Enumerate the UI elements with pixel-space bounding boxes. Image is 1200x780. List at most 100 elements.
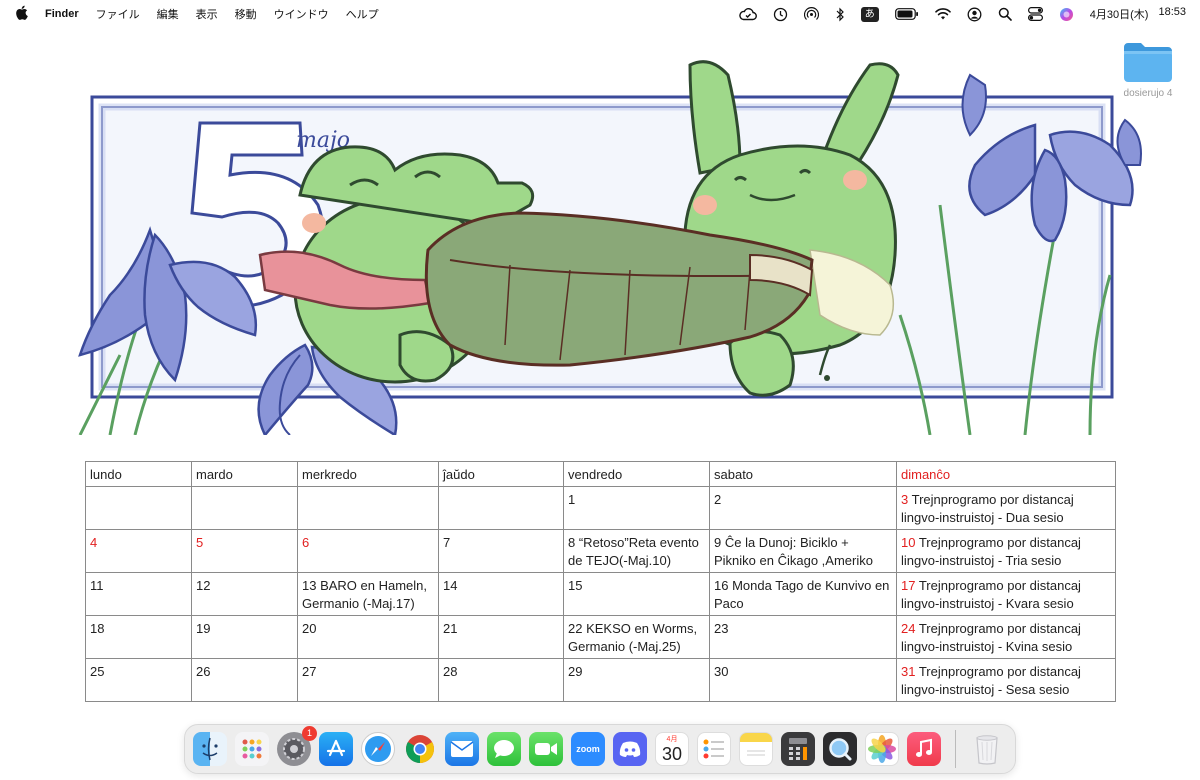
calendar-cell: 5 bbox=[191, 529, 298, 573]
day-number: 22 bbox=[568, 621, 583, 636]
time-machine-icon[interactable] bbox=[773, 5, 788, 23]
day-number: 21 bbox=[443, 621, 458, 636]
menu-view[interactable]: 表示 bbox=[196, 6, 218, 22]
menu-edit[interactable]: 編集 bbox=[157, 6, 179, 22]
day-number: 7 bbox=[443, 535, 451, 550]
calendar-week-row: 1 2 3 Trejnprogramo por distancaj lingvo… bbox=[85, 486, 1116, 530]
menubar-time: 18:53 bbox=[1158, 6, 1186, 18]
calendar-cell bbox=[191, 486, 298, 530]
messages-icon[interactable] bbox=[487, 732, 521, 766]
app-name-menu[interactable]: Finder bbox=[45, 8, 79, 20]
calendar-cell: 19 bbox=[191, 615, 298, 659]
calendar-app-day: 30 bbox=[661, 743, 683, 764]
music-icon[interactable] bbox=[907, 732, 941, 766]
user-account-icon[interactable] bbox=[967, 5, 982, 23]
zoom-icon-label: zoom bbox=[576, 744, 600, 754]
day-number: 17 bbox=[901, 578, 916, 593]
calendar-cell: 28 bbox=[438, 658, 564, 702]
discord-icon[interactable] bbox=[613, 732, 647, 766]
day-number: 24 bbox=[901, 621, 916, 636]
calendar-cell: 4 bbox=[85, 529, 192, 573]
menu-go[interactable]: 移動 bbox=[235, 6, 257, 22]
day-number: 5 bbox=[196, 535, 204, 550]
chrome-icon[interactable] bbox=[403, 732, 437, 766]
day-number: 16 bbox=[714, 578, 729, 593]
day-number: 30 bbox=[714, 664, 729, 679]
wifi-icon[interactable] bbox=[934, 5, 951, 23]
siri-icon[interactable] bbox=[1059, 5, 1074, 23]
calendar-cell: 21 bbox=[438, 615, 564, 659]
day-number: 15 bbox=[568, 578, 583, 593]
menubar-clock[interactable]: 4月30日(木) 18:53 bbox=[1090, 6, 1186, 22]
zoom-icon[interactable]: zoom bbox=[571, 732, 605, 766]
airdrop-icon[interactable] bbox=[803, 5, 819, 23]
mail-icon[interactable] bbox=[445, 732, 479, 766]
settings-notification-badge: 1 bbox=[302, 726, 317, 741]
calendar-cell: 11 bbox=[85, 572, 192, 616]
weekday-header-friday: vendredo bbox=[563, 461, 710, 487]
calendar-cell: 2 bbox=[709, 486, 897, 530]
day-number: 1 bbox=[568, 492, 576, 507]
banner-illustration: majo bbox=[78, 60, 1142, 435]
facetime-icon[interactable] bbox=[529, 732, 563, 766]
photos-icon[interactable] bbox=[865, 732, 899, 766]
day-number: 13 bbox=[302, 578, 317, 593]
day-number: 29 bbox=[568, 664, 583, 679]
launchpad-icon[interactable] bbox=[235, 732, 269, 766]
bluetooth-icon[interactable] bbox=[835, 5, 845, 23]
menu-bar: Finder ファイル 編集 表示 移動 ウインドウ ヘルプ あ 4月30日(木… bbox=[0, 0, 1200, 28]
battery-icon[interactable] bbox=[894, 5, 919, 23]
weekday-header-monday: lundo bbox=[85, 461, 192, 487]
reminders-icon[interactable] bbox=[697, 732, 731, 766]
calendar-app-month: 4月 bbox=[666, 735, 678, 743]
weekday-header-tuesday: mardo bbox=[191, 461, 298, 487]
input-method-indicator[interactable]: あ bbox=[860, 6, 879, 22]
control-center-icon[interactable] bbox=[1027, 5, 1043, 23]
event-text: BARO en Hameln, Germanio (-Maj.17) bbox=[302, 578, 428, 611]
calendar-cell: 15 bbox=[563, 572, 710, 616]
calendar-week-row: 4 5 6 7 8 “Retoso”Reta evento de TEJO(-M… bbox=[85, 529, 1116, 573]
spotlight-search-icon[interactable] bbox=[998, 5, 1012, 23]
day-number: 19 bbox=[196, 621, 211, 636]
day-number: 14 bbox=[443, 578, 458, 593]
may-calendar-table: lundo mardo merkredo ĵaŭdo vendredo saba… bbox=[85, 461, 1116, 702]
calendar-cell bbox=[85, 486, 192, 530]
menu-window[interactable]: ウインドウ bbox=[274, 6, 329, 22]
calendar-cell: 16 Monda Tago de Kunvivo en Paco bbox=[709, 572, 897, 616]
day-number: 26 bbox=[196, 664, 211, 679]
day-number: 10 bbox=[901, 535, 916, 550]
calendar-cell bbox=[297, 486, 439, 530]
menu-file[interactable]: ファイル bbox=[96, 6, 140, 22]
event-text: Trejnprogramo por distancaj lingvo-instr… bbox=[901, 621, 1081, 654]
calendar-week-row: 25 26 27 28 29 30 31 Trejnprogramo por d… bbox=[85, 658, 1116, 702]
calendar-cell: 17 Trejnprogramo por distancaj lingvo-in… bbox=[896, 572, 1116, 616]
notes-icon[interactable] bbox=[739, 732, 773, 766]
calendar-app-icon[interactable]: 4月 30 bbox=[655, 732, 689, 766]
finder-icon[interactable] bbox=[193, 732, 227, 766]
calendar-cell: 27 bbox=[297, 658, 439, 702]
cloud-sync-icon[interactable] bbox=[739, 5, 757, 23]
calendar-cell: 6 bbox=[297, 529, 439, 573]
apple-menu-icon[interactable] bbox=[14, 5, 28, 23]
event-text: Monda Tago de Kunvivo en Paco bbox=[714, 578, 890, 611]
day-number: 4 bbox=[90, 535, 98, 550]
day-number: 12 bbox=[196, 578, 211, 593]
calendar-header-row: lundo mardo merkredo ĵaŭdo vendredo saba… bbox=[85, 461, 1116, 487]
quicktime-player-icon[interactable] bbox=[823, 732, 857, 766]
day-number: 23 bbox=[714, 621, 729, 636]
calendar-cell: 18 bbox=[85, 615, 192, 659]
trash-icon[interactable] bbox=[970, 732, 1004, 766]
event-text: Trejnprogramo por distancaj lingvo-instr… bbox=[901, 578, 1081, 611]
calendar-cell: 12 bbox=[191, 572, 298, 616]
app-store-icon[interactable] bbox=[319, 732, 353, 766]
event-text: Ĉe la Dunoj: Biciklo + Pikniko en Ĉikago… bbox=[714, 535, 873, 568]
day-number: 28 bbox=[443, 664, 458, 679]
calculator-icon[interactable] bbox=[781, 732, 815, 766]
weekday-header-thursday: ĵaŭdo bbox=[438, 461, 564, 487]
calendar-cell: 26 bbox=[191, 658, 298, 702]
day-number: 20 bbox=[302, 621, 317, 636]
system-settings-icon[interactable]: 1 bbox=[277, 726, 317, 766]
menu-help[interactable]: ヘルプ bbox=[346, 6, 379, 22]
calendar-cell: 14 bbox=[438, 572, 564, 616]
safari-icon[interactable] bbox=[361, 732, 395, 766]
